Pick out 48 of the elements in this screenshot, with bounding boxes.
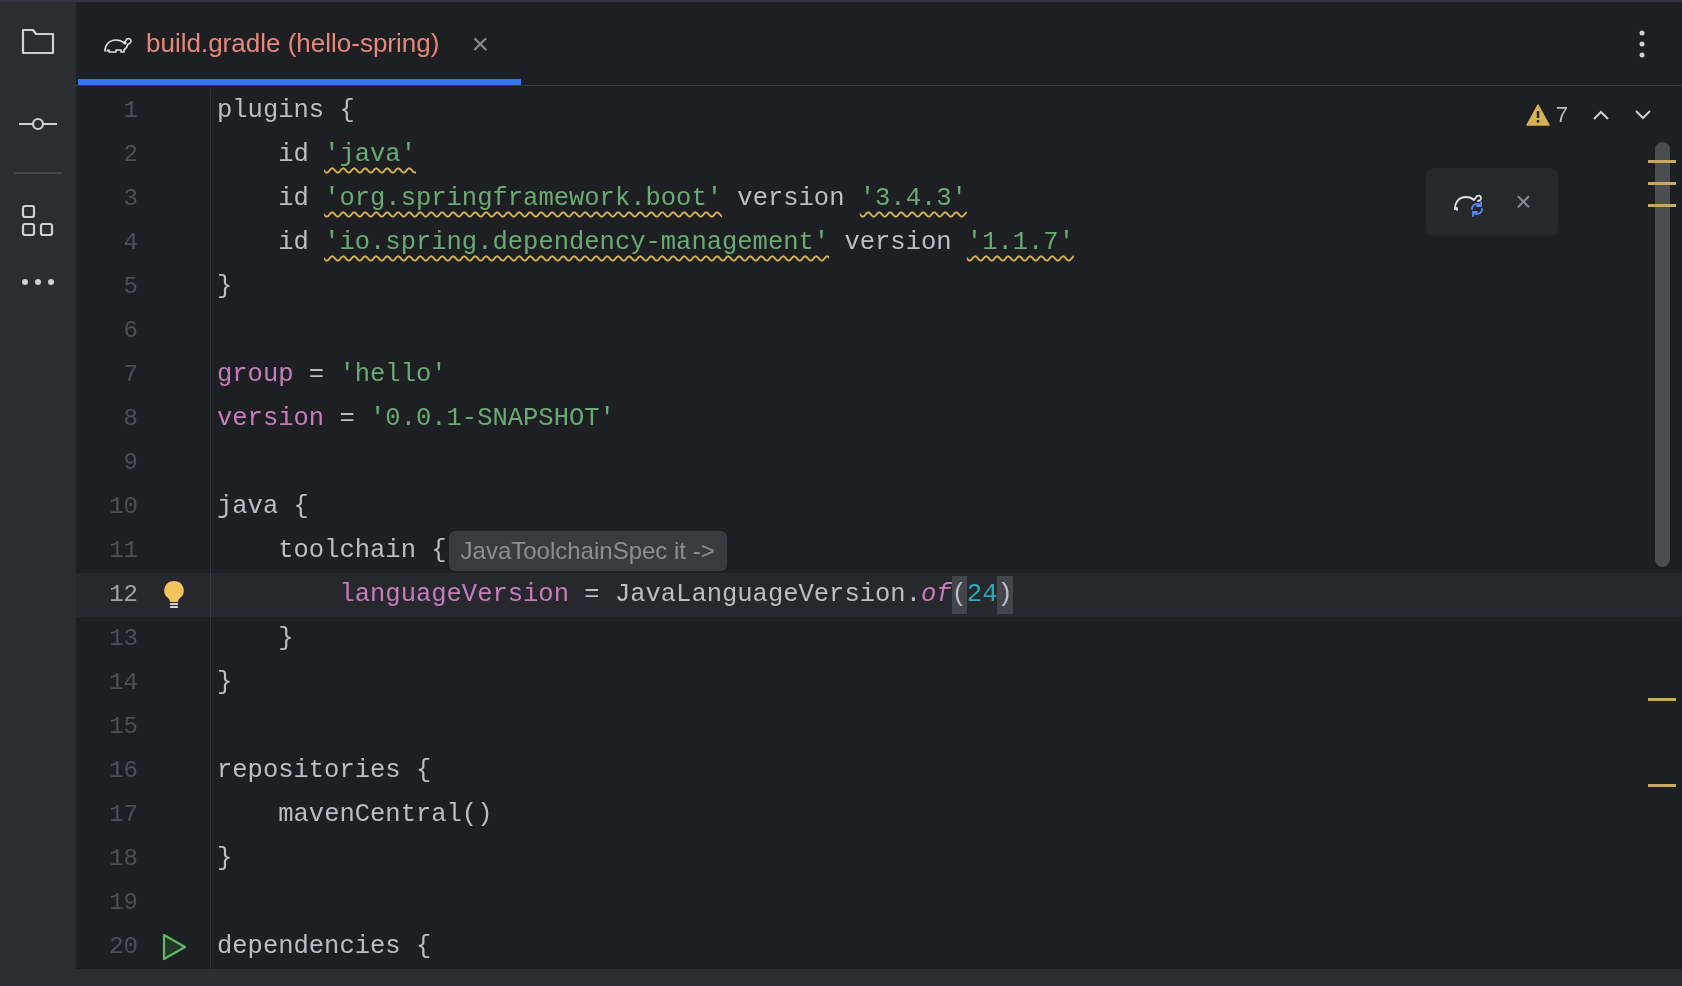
code-token: 'java' (324, 138, 416, 171)
code-token: id (278, 226, 310, 259)
editor-tab[interactable]: build.gradle (hello-spring) × (78, 2, 521, 85)
code-token: 24 (966, 578, 998, 611)
code-token: = JavaLanguageVersion. (584, 578, 921, 611)
chevron-up-icon[interactable] (1592, 108, 1610, 121)
close-icon[interactable]: × (471, 28, 489, 59)
code-token: version (737, 182, 846, 215)
chevron-down-icon[interactable] (1634, 108, 1652, 121)
code-token: '0.0.1-SNAPSHOT' (370, 402, 615, 435)
folder-icon[interactable] (20, 26, 56, 56)
code-token: '1.1.7' (966, 226, 1074, 259)
code-token: group (217, 358, 294, 391)
code-token: dependencies { (217, 930, 432, 963)
code-token: '3.4.3' (859, 182, 967, 215)
code-token: java { (217, 490, 309, 523)
code-token: of (920, 578, 952, 611)
code-token: ( (951, 575, 967, 615)
code-token: = (339, 402, 356, 435)
more-icon[interactable] (21, 278, 55, 286)
code-token: } (217, 270, 233, 303)
more-vertical-icon[interactable] (1638, 29, 1646, 58)
code-token: repositories { (217, 754, 432, 787)
code-token: 'org.springframework.boot' (324, 182, 722, 215)
code-token: ) (997, 575, 1013, 615)
warning-icon[interactable] (1525, 103, 1550, 126)
code-token: mavenCentral() (278, 798, 493, 831)
code-token: languageVersion (339, 578, 569, 611)
code-token: } (278, 622, 294, 655)
structure-icon[interactable] (21, 204, 55, 238)
inlay-hint: JavaToolchainSpec it -> (448, 531, 727, 571)
code-token: version (844, 226, 953, 259)
code-token: version (217, 402, 325, 435)
code-token: id (278, 138, 310, 171)
close-icon[interactable]: × (1515, 188, 1532, 216)
code-token: } (217, 666, 233, 699)
run-icon[interactable] (161, 933, 187, 961)
line-number: 12 (108, 580, 138, 610)
code-token: toolchain { (278, 534, 447, 567)
code-token: 'io.spring.dependency-management' (324, 226, 830, 259)
code-token: id (278, 182, 310, 215)
warning-count: 7 (1555, 101, 1568, 129)
code-token: } (217, 842, 233, 875)
code-token: 'hello' (339, 358, 447, 391)
code-token: = (308, 358, 326, 391)
lightbulb-icon[interactable] (163, 580, 185, 610)
code-token: plugins { (217, 94, 355, 127)
commit-icon[interactable] (18, 116, 58, 132)
